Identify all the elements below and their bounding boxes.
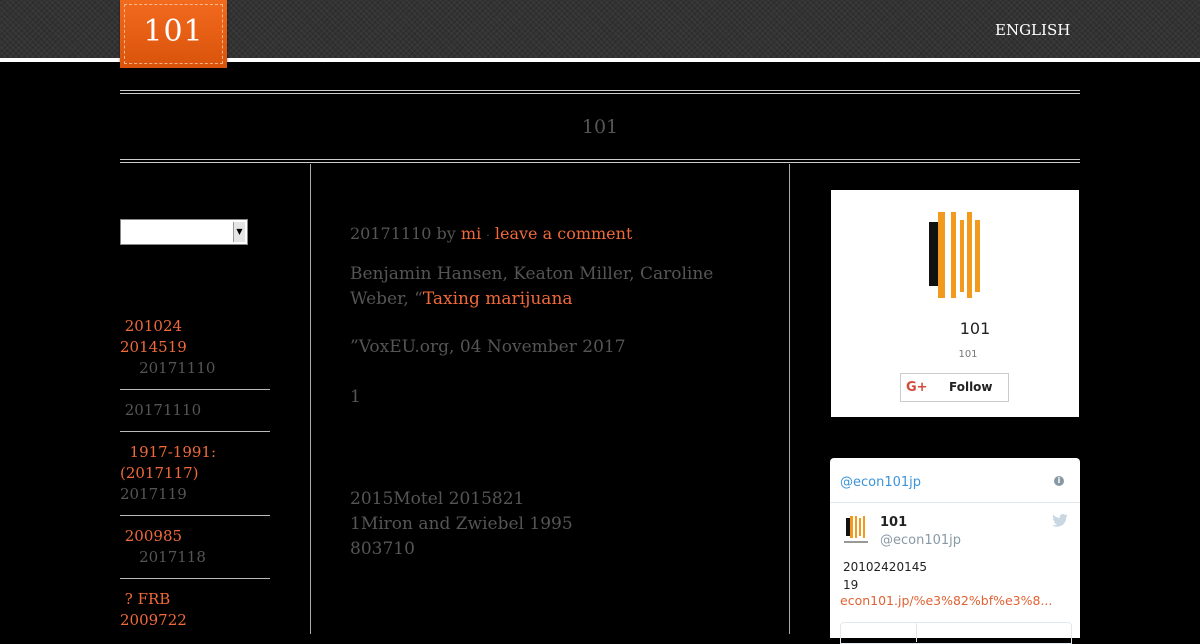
sidebar-post-date: 2017118 bbox=[120, 548, 206, 566]
sidebar-post-date: 20171110 bbox=[120, 401, 202, 419]
follow-label: Follow bbox=[949, 380, 993, 394]
tweet-link[interactable]: econ101.jp/%e3%82%bf%e3%8... bbox=[840, 593, 1052, 608]
tweet-display-name[interactable]: 101 bbox=[880, 515, 907, 530]
post-citation: Benjamin Hansen, Keaton Miller, Caroline… bbox=[350, 262, 780, 312]
sidebar-post-date: 20171110 bbox=[120, 359, 216, 377]
post-by-label: by bbox=[436, 224, 456, 243]
sidebar-separator bbox=[120, 431, 270, 432]
title-rule-bottom-1 bbox=[120, 159, 1080, 160]
google-plus-icon: G+ bbox=[906, 380, 928, 395]
logo-text: 101 bbox=[143, 14, 204, 49]
follow-button[interactable]: G+ Follow bbox=[900, 373, 1009, 402]
google-plus-widget: 101 101 G+ Follow bbox=[831, 190, 1079, 417]
sidebar-post-title[interactable]: (2017117) bbox=[120, 463, 270, 484]
sidebar-post-title[interactable]: ? FRB bbox=[120, 589, 270, 610]
tweet-text-line: 20102420145 bbox=[843, 560, 927, 574]
sidebar-separator bbox=[120, 389, 270, 390]
brand-logo-icon bbox=[929, 212, 980, 298]
column-divider-left bbox=[310, 164, 311, 634]
sidebar-separator bbox=[120, 515, 270, 516]
tweet-text: 20102420145 19 bbox=[843, 558, 927, 594]
site-title[interactable]: 101 bbox=[120, 116, 1080, 138]
sidebar-post-item: 201024 2014519 20171110 bbox=[120, 316, 270, 379]
post-author-link[interactable]: mi bbox=[461, 224, 481, 243]
avatar[interactable] bbox=[842, 514, 870, 546]
post-paragraph: 2015Motel 2015821 1Miron and Zwiebel 199… bbox=[350, 487, 780, 562]
sidebar-post-item: 1917-1991: (2017117) 2017119 bbox=[120, 442, 270, 505]
page-name[interactable]: 101 bbox=[831, 319, 1079, 338]
twitter-timeline-widget: @econ101jp i 101 @econ101jp 20102420145 … bbox=[830, 458, 1080, 644]
page-subtitle: 101 bbox=[958, 349, 978, 360]
citation-source: ”VoxEU.org, 04 November 2017 bbox=[350, 337, 626, 357]
title-rule-top-2 bbox=[120, 93, 1080, 94]
post-paragraph-line: 1Miron and Zwiebel 1995 bbox=[350, 514, 573, 534]
title-rule-bottom-2 bbox=[120, 162, 1080, 163]
post-paragraph-line: 803710 bbox=[350, 539, 415, 559]
meta-separator: · bbox=[486, 229, 490, 242]
tweet-text-line: 19 bbox=[843, 578, 859, 592]
post-paragraph: 1 bbox=[350, 387, 361, 407]
sidebar-post-title[interactable]: 1917-1991: bbox=[120, 442, 270, 463]
twitter-header-handle[interactable]: @econ101jp bbox=[840, 475, 921, 490]
citation-authors: Benjamin Hansen, Keaton Miller, Caroline bbox=[350, 264, 714, 284]
sidebar-post-title[interactable]: 201024 bbox=[120, 316, 270, 337]
sidebar-post-list: 201024 2014519 20171110 bbox=[120, 316, 270, 379]
post-meta: 20171110 by mi · leave a comment bbox=[350, 224, 780, 243]
leave-comment-link[interactable]: leave a comment bbox=[495, 224, 632, 243]
column-divider-right bbox=[789, 164, 790, 634]
sidebar-post-title[interactable]: 2009722 bbox=[120, 610, 270, 631]
post-date: 20171110 bbox=[350, 224, 432, 243]
title-rule-top-1 bbox=[120, 90, 1080, 91]
site-logo[interactable]: 101 bbox=[120, 0, 227, 68]
twitter-bird-icon[interactable] bbox=[1052, 514, 1068, 527]
citation-title-link[interactable]: Taxing marijuana bbox=[423, 289, 573, 309]
chevron-down-icon[interactable]: ▼ bbox=[233, 222, 245, 242]
sidebar-post-item: 20171110 bbox=[120, 400, 270, 421]
sidebar-post-title[interactable]: 200985 bbox=[120, 526, 270, 547]
sidebar-post-item: 200985 2017118 bbox=[120, 526, 270, 568]
sidebar-post-date: 2017119 bbox=[120, 485, 187, 503]
archive-select[interactable]: ▼ bbox=[120, 219, 248, 245]
post-paragraph-line: 2015Motel 2015821 bbox=[350, 489, 525, 509]
sidebar-post-item: ? FRB 2009722 bbox=[120, 589, 270, 631]
language-switch-link[interactable]: ENGLISH bbox=[995, 21, 1070, 39]
sidebar-post-title[interactable]: 2014519 bbox=[120, 337, 270, 358]
tweet-card[interactable] bbox=[840, 622, 1072, 644]
info-icon[interactable]: i bbox=[1054, 476, 1064, 486]
tweet-username[interactable]: @econ101jp bbox=[880, 533, 961, 548]
sidebar-separator bbox=[120, 578, 270, 579]
tweet-card-divider bbox=[916, 622, 917, 642]
citation-authors: Weber, “ bbox=[350, 289, 423, 309]
